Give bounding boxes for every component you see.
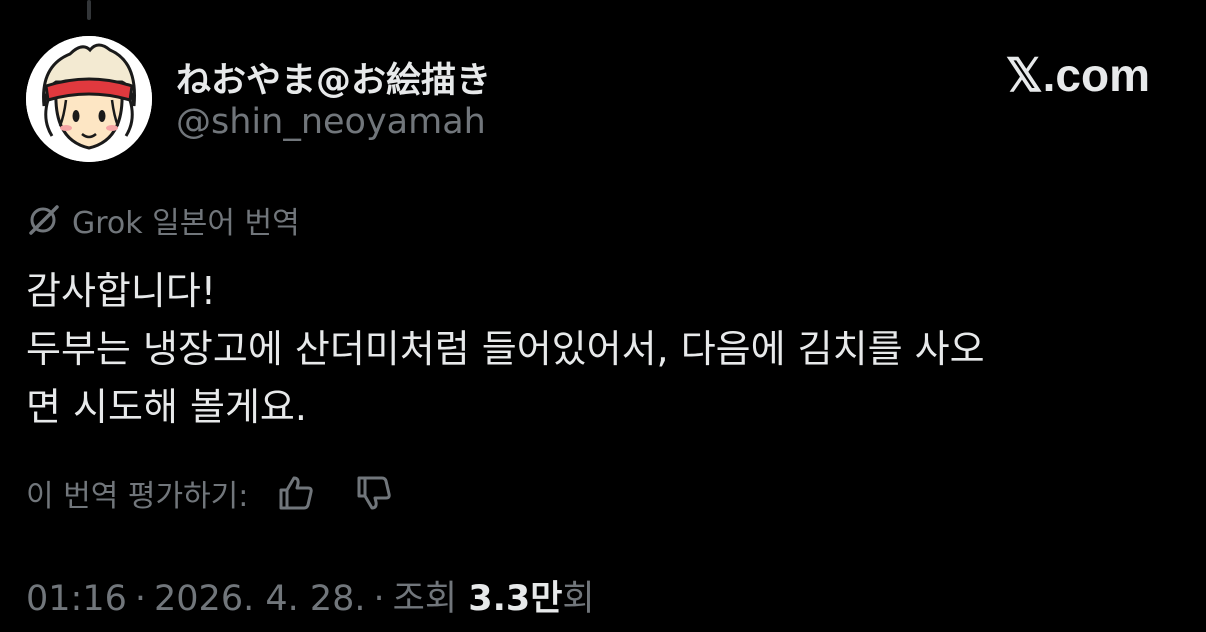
tweet-text-line: 감사합니다! — [26, 269, 217, 313]
avatar[interactable] — [26, 36, 152, 162]
tweet-text-line: 두부는 냉장고에 산더미처럼 들어있어서, 다음에 김치를 사오 — [26, 327, 985, 371]
translation-label: Grok 일본어 번역 — [72, 206, 300, 241]
translation-rating: 이 번역 평가하기: — [26, 468, 430, 518]
x-brand-logo: 𝕏.com — [1005, 49, 1150, 101]
author-handle[interactable]: @shin_neoyamah — [176, 102, 486, 142]
tweet-metadata: 01:16 · 2026. 4. 28. · 조회 3.3만회 — [26, 570, 595, 621]
views-count[interactable]: 3.3만 — [468, 579, 562, 619]
views-label: 조회 — [392, 579, 458, 619]
tweet-text-line: 면 시도해 볼게요. — [26, 385, 307, 429]
tweet-text: 감사합니다! 두부는 냉장고에 산더미처럼 들어있어서, 다음에 김치를 사오 … — [26, 262, 1166, 436]
thread-connector-line — [87, 0, 91, 20]
rating-label: 이 번역 평가하기: — [26, 479, 249, 514]
author-display-name[interactable]: ねおやま@お絵描き — [176, 52, 491, 103]
thumbs-down-icon[interactable] — [352, 471, 396, 515]
separator-dot: · — [373, 579, 385, 619]
thumbs-up-icon[interactable] — [274, 471, 318, 515]
separator-dot: · — [134, 579, 147, 619]
translation-attribution: Grok 일본어 번역 — [26, 198, 300, 242]
tweet-date[interactable]: 2026. 4. 28. — [154, 579, 366, 619]
grok-icon — [26, 202, 62, 238]
tweet-time[interactable]: 01:16 — [26, 579, 127, 619]
avatar-illustration — [26, 36, 152, 162]
views-suffix: 회 — [562, 579, 595, 619]
